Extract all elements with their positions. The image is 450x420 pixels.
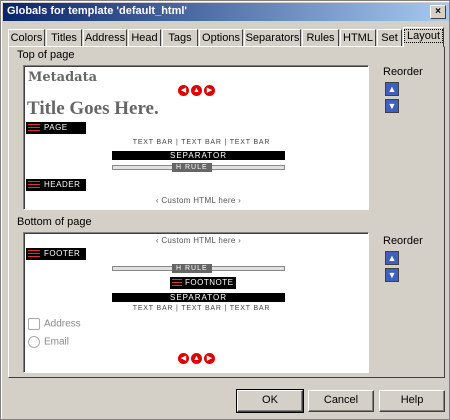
window-title: Globals for template 'default_html'	[7, 5, 188, 17]
top-separator: SEPARATOR	[112, 151, 285, 160]
tab-rules[interactable]: Rules	[302, 29, 339, 46]
address-icon	[28, 318, 40, 330]
tab-colors[interactable]: Colors	[8, 29, 45, 46]
dialog-window: Globals for template 'default_html' × Co…	[0, 0, 450, 420]
tab-label: Address	[84, 32, 126, 44]
top-text-bar: TEXT BAR | TEXT BAR | TEXT BAR	[132, 139, 271, 146]
tab-options[interactable]: Options	[199, 29, 243, 46]
tab-set[interactable]: Set	[377, 29, 402, 46]
top-move-down-button[interactable]: ▼	[385, 99, 399, 113]
bottom-separator: SEPARATOR	[112, 293, 285, 302]
footnote-icon	[172, 279, 182, 287]
top-of-page-label: Top of page	[17, 49, 75, 61]
tab-html[interactable]: HTML	[340, 29, 376, 46]
page-title-sample: Title Goes Here.	[27, 98, 159, 119]
prev-arrow-icon: ◀	[178, 353, 189, 364]
footer-block: FOOTER	[26, 248, 86, 260]
tab-label: Colors	[10, 32, 43, 44]
tab-label: Layout	[404, 29, 444, 43]
tab-tags[interactable]: Tags	[162, 29, 198, 46]
up-arrow-icon: ▲	[191, 353, 202, 364]
titlebar: Globals for template 'default_html' ×	[3, 3, 449, 21]
footnote-label: FOOTNOTE	[185, 278, 234, 287]
nav-arrows: ◀ ▲ ▶	[178, 85, 220, 96]
email-icon	[28, 336, 40, 348]
layout-panel: Top of page Metadata ◀ ▲ ▶ Title Goes He…	[8, 46, 445, 378]
top-reorder-label: Reorder	[383, 66, 423, 78]
top-custom-html: ‹ Custom HTML here ›	[155, 196, 242, 205]
tab-strip: Colors Titles Address Head Tags Options …	[8, 27, 444, 47]
header-block: HEADER	[26, 179, 86, 191]
tab-label: Set	[381, 32, 398, 44]
footer-icon	[28, 250, 40, 258]
top-hrule-label: H RULE	[172, 163, 212, 172]
tab-label: Rules	[306, 32, 335, 44]
bottom-move-up-button[interactable]: ▲	[385, 251, 399, 265]
next-arrow-icon: ▶	[204, 85, 215, 96]
tab-label: Options	[202, 32, 240, 44]
bottom-of-page-label: Bottom of page	[17, 216, 92, 228]
up-arrow-icon: ▲	[191, 85, 202, 96]
bottom-hrule-label: H RULE	[172, 264, 212, 273]
tab-label: Tags	[168, 32, 192, 44]
header-label: HEADER	[44, 180, 81, 189]
page-toc-block: PAGE TOC	[26, 122, 86, 144]
tab-label: Separators	[245, 32, 300, 44]
metadata-heading: Metadata	[28, 70, 98, 85]
bottom-custom-html: ‹ Custom HTML here ›	[155, 236, 242, 245]
tab-label: Titles	[51, 32, 77, 44]
tab-head[interactable]: Head	[128, 29, 161, 46]
bottom-reorder-label: Reorder	[383, 235, 423, 247]
close-button[interactable]: ×	[430, 5, 446, 19]
tab-separators[interactable]: Separators	[244, 29, 301, 46]
email-label: Email	[44, 336, 70, 348]
address-label: Address	[44, 318, 81, 330]
next-arrow-icon: ▶	[204, 353, 215, 364]
bottom-text-bar: TEXT BAR | TEXT BAR | TEXT BAR	[132, 305, 271, 312]
footnote-block: FOOTNOTE	[170, 277, 237, 289]
top-of-page-preview: Metadata ◀ ▲ ▶ Title Goes Here. PAGE TOC…	[23, 65, 369, 210]
bottom-move-down-button[interactable]: ▼	[385, 268, 399, 282]
header-icon	[28, 181, 40, 189]
cancel-button[interactable]: Cancel	[308, 390, 374, 412]
bottom-of-page-preview: ‹ Custom HTML here › FOOTER H RULE FOOTN…	[23, 232, 369, 373]
prev-arrow-icon: ◀	[178, 85, 189, 96]
bottom-nav-arrows: ◀ ▲ ▶	[178, 353, 220, 364]
tab-label: HTML	[343, 32, 373, 44]
tab-titles[interactable]: Titles	[46, 29, 82, 46]
top-move-up-button[interactable]: ▲	[385, 82, 399, 96]
toc-icon	[28, 124, 40, 132]
address-row: Address	[28, 318, 81, 330]
tab-layout[interactable]: Layout	[403, 27, 444, 47]
tab-label: Head	[131, 32, 158, 44]
help-button[interactable]: Help	[379, 390, 445, 412]
ok-button[interactable]: OK	[236, 389, 304, 413]
tab-address[interactable]: Address	[83, 29, 127, 46]
email-row: Email	[28, 336, 69, 348]
footer-label: FOOTER	[44, 249, 81, 258]
